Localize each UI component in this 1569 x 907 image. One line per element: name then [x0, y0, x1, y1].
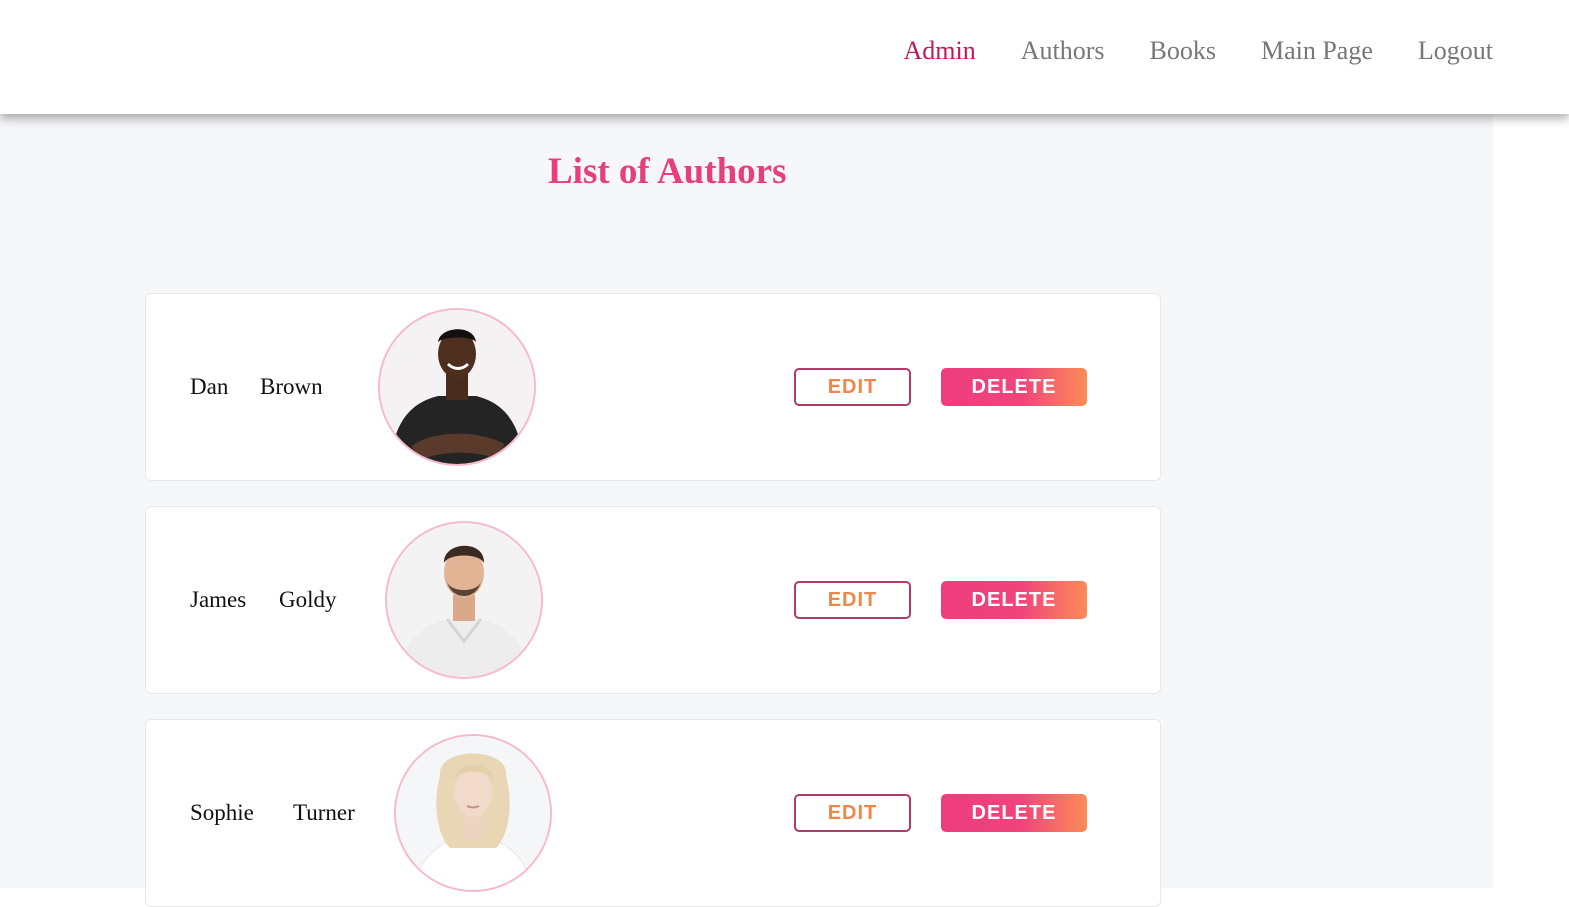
nav-link-logout[interactable]: Logout: [1418, 36, 1493, 66]
nav-link-admin[interactable]: Admin: [903, 36, 975, 66]
delete-button[interactable]: DELETE: [941, 581, 1087, 619]
top-navbar: Admin Authors Books Main Page Logout: [0, 0, 1569, 114]
nav-link-books[interactable]: Books: [1150, 36, 1216, 66]
nav-link-main-page[interactable]: Main Page: [1261, 36, 1373, 66]
author-last-name: Brown: [260, 374, 323, 399]
author-last-name: Goldy: [279, 587, 337, 612]
main-content: List of Authors Dan Brown EDIT DELETE Ja…: [0, 114, 1493, 907]
author-avatar: [378, 308, 536, 466]
nav-link-authors[interactable]: Authors: [1021, 36, 1105, 66]
woman-blonde-avatar-icon: [396, 736, 550, 890]
page-title: List of Authors: [548, 151, 787, 192]
author-avatar: [394, 734, 552, 892]
author-last-name: Turner: [293, 800, 355, 825]
author-avatar: [385, 521, 543, 679]
author-card: James Goldy EDIT DELETE: [145, 506, 1161, 694]
delete-button[interactable]: DELETE: [941, 368, 1087, 406]
author-first-name: Sophie: [190, 800, 254, 825]
author-first-name: James: [190, 587, 247, 612]
author-card: Dan Brown EDIT DELETE: [145, 293, 1161, 481]
author-first-name: Dan: [190, 374, 229, 399]
delete-button[interactable]: DELETE: [941, 794, 1087, 832]
author-card: Sophie Turner EDIT DELETE: [145, 719, 1161, 907]
edit-button[interactable]: EDIT: [794, 794, 911, 832]
man-white-tshirt-avatar-icon: [387, 523, 541, 677]
edit-button[interactable]: EDIT: [794, 581, 911, 619]
man-black-tshirt-avatar-icon: [380, 310, 534, 464]
edit-button[interactable]: EDIT: [794, 368, 911, 406]
nav-links: Admin Authors Books Main Page Logout: [903, 36, 1493, 66]
